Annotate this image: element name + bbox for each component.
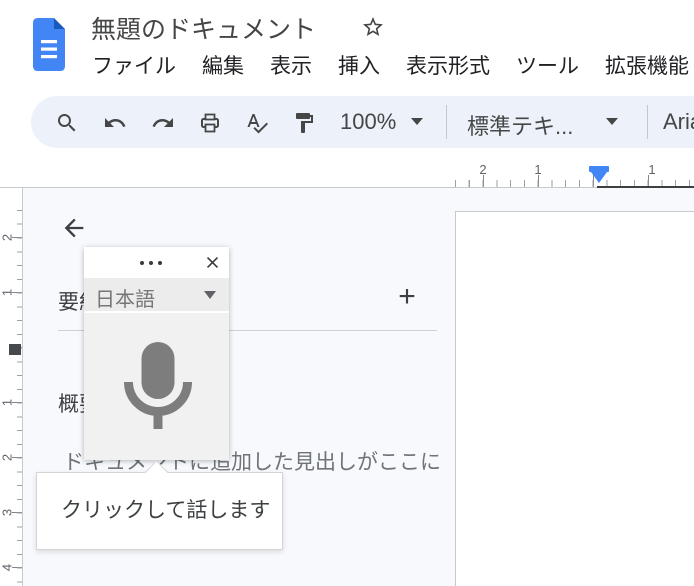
google-docs-app: 無題のドキュメント ファイル 編集 表示 挿入 表示形式 ツール 拡張機能 (0, 0, 694, 586)
voice-popup-header (84, 247, 229, 278)
menu-extensions[interactable]: 拡張機能 (605, 52, 689, 82)
close-panel-arrow-icon[interactable] (60, 214, 88, 242)
paragraph-style-select[interactable]: 標準テキ... (467, 109, 573, 141)
document-title[interactable]: 無題のドキュメント (91, 10, 316, 46)
language-value: 日本語 (95, 283, 155, 312)
language-caret-icon (204, 291, 216, 299)
ruler-number: 2 (476, 162, 490, 177)
microphone-button[interactable] (84, 313, 229, 460)
ruler-number: 1 (0, 286, 15, 300)
language-select[interactable]: 日本語 (84, 278, 229, 311)
close-icon[interactable] (203, 253, 222, 272)
zoom-select[interactable]: 100% (340, 109, 396, 135)
font-select[interactable]: Aria (663, 109, 694, 135)
ruler-number: 1 (531, 162, 545, 177)
add-summary-button[interactable]: + (392, 279, 422, 315)
document-page[interactable] (455, 211, 694, 586)
paint-format-icon[interactable] (292, 111, 316, 135)
ruler-number: 2 (0, 231, 15, 245)
menu-edit[interactable]: 編集 (202, 52, 244, 82)
menu-insert[interactable]: 挿入 (338, 52, 380, 82)
voice-typing-popup: 日本語 (84, 247, 229, 460)
menu-format[interactable]: 表示形式 (406, 52, 490, 82)
ruler-text-area-line (597, 186, 694, 188)
ruler-number: 4 (0, 561, 15, 575)
menu-bar: ファイル 編集 表示 挿入 表示形式 ツール 拡張機能 (92, 52, 689, 82)
vertical-ruler-border (22, 188, 23, 586)
toolbar-separator (647, 105, 648, 139)
spell-check-icon[interactable] (245, 111, 269, 135)
zoom-caret-icon[interactable] (411, 118, 423, 125)
ruler-number: 2 (0, 451, 15, 465)
more-options-icon[interactable] (140, 261, 162, 265)
undo-icon[interactable] (103, 111, 127, 135)
docs-logo-icon[interactable] (33, 18, 65, 71)
redo-icon[interactable] (151, 111, 175, 135)
top-margin-handle[interactable] (9, 344, 21, 355)
ruler-number: 1 (0, 396, 15, 410)
menu-view[interactable]: 表示 (270, 52, 312, 82)
left-indent-marker[interactable] (591, 172, 607, 183)
toolbar: 100% 標準テキ... Aria (31, 96, 694, 148)
menu-file[interactable]: ファイル (92, 52, 176, 82)
voice-tooltip: クリックして話します (36, 472, 283, 550)
star-icon[interactable] (361, 15, 385, 39)
tooltip-text: クリックして話します (61, 494, 270, 524)
style-caret-icon[interactable] (606, 118, 618, 125)
ruler-baseline (0, 187, 694, 188)
ruler-number: 3 (0, 506, 15, 520)
print-icon[interactable] (198, 111, 222, 135)
menu-tools[interactable]: ツール (516, 52, 579, 82)
toolbar-separator (446, 105, 447, 139)
search-icon[interactable] (55, 111, 79, 135)
ruler-number: 1 (645, 162, 659, 177)
microphone-icon (123, 342, 193, 430)
